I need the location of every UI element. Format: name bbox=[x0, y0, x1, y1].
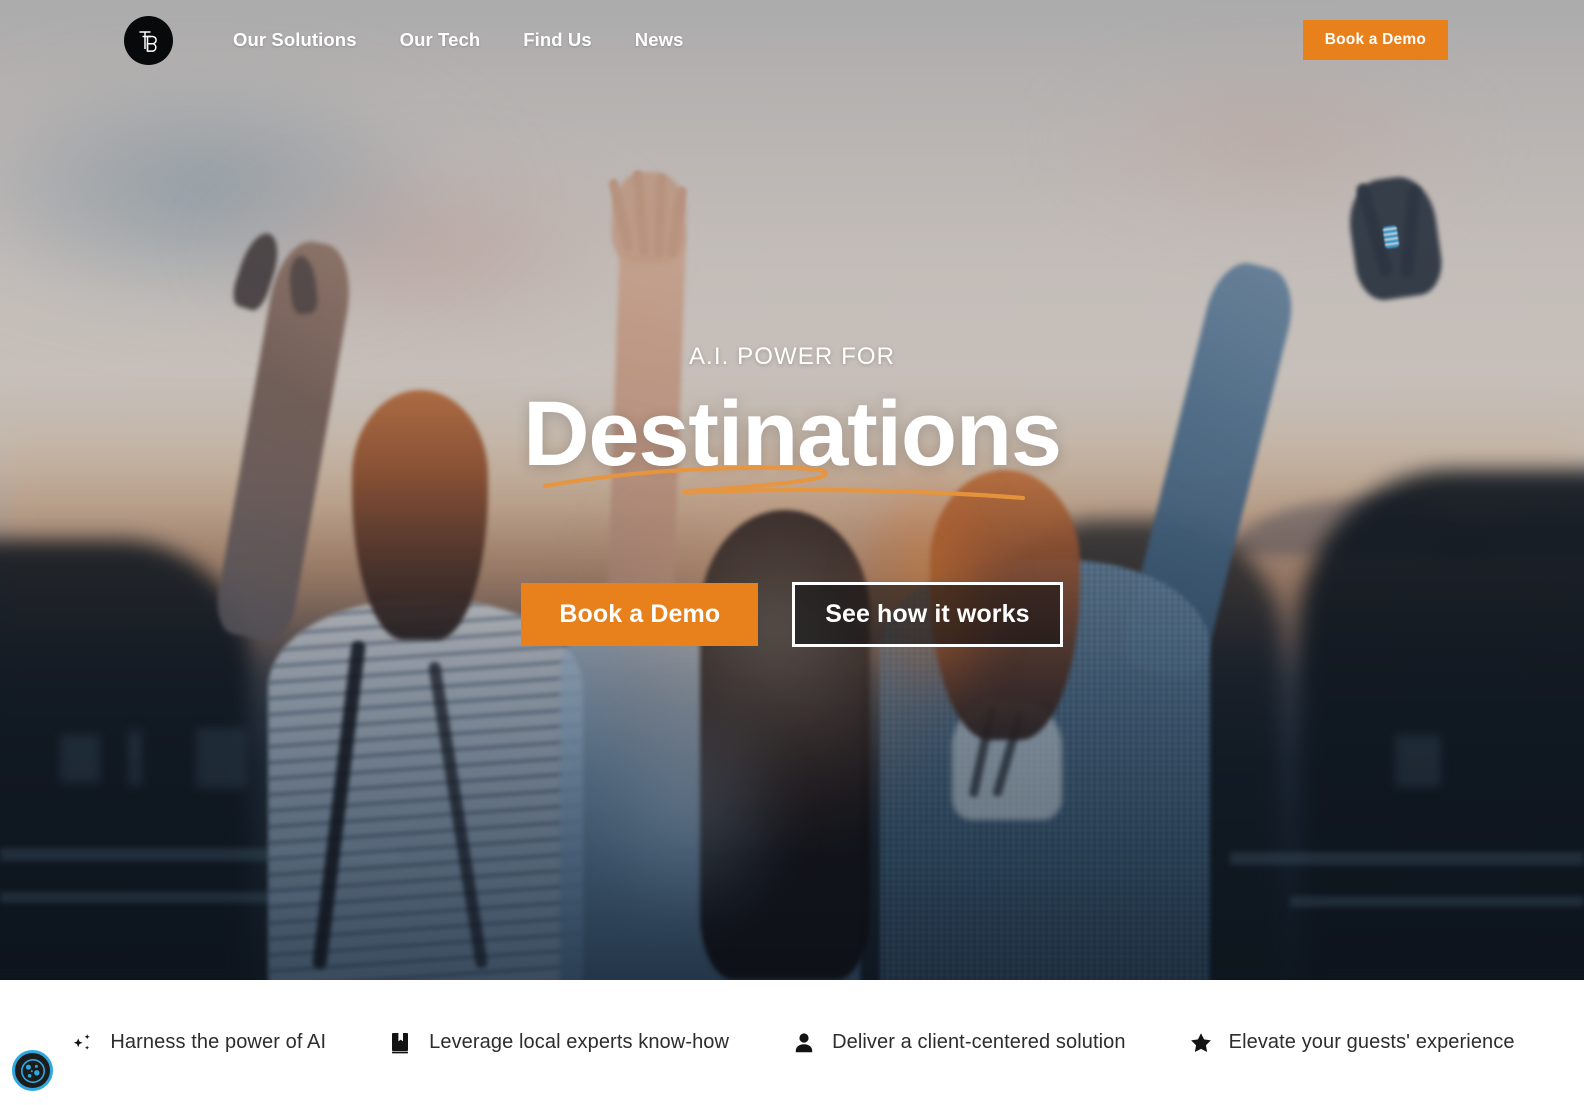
feature-item-local-experts: Leverage local experts know-how bbox=[357, 1030, 760, 1056]
person-icon bbox=[791, 1030, 817, 1056]
feature-label: Elevate your guests' experience bbox=[1228, 1031, 1515, 1053]
person-silhouette-left bbox=[268, 600, 583, 980]
nav-item-news[interactable]: News bbox=[635, 29, 684, 51]
background-structure-decor bbox=[128, 730, 142, 786]
feature-item-guest-experience: Elevate your guests' experience bbox=[1157, 1030, 1546, 1056]
primary-navigation: Our Solutions Our Tech Find Us News bbox=[233, 29, 684, 51]
hero-book-demo-button[interactable]: Book a Demo bbox=[521, 583, 759, 647]
hero-cta-row: Book a Demo See how it works bbox=[521, 582, 1063, 648]
feature-item-ai: Harness the power of AI bbox=[38, 1030, 357, 1056]
book-icon bbox=[388, 1030, 414, 1056]
feature-label: Deliver a client-centered solution bbox=[832, 1031, 1126, 1053]
hero-see-how-it-works-button[interactable]: See how it works bbox=[792, 582, 1063, 648]
hero-section bbox=[0, 0, 1584, 980]
nav-item-find-us[interactable]: Find Us bbox=[523, 29, 592, 51]
cookie-consent-icon bbox=[20, 1058, 45, 1083]
tb-monogram-logo-icon bbox=[139, 31, 157, 52]
railing-decor bbox=[1290, 896, 1584, 907]
background-structure-decor bbox=[196, 728, 246, 788]
person-silhouette-left bbox=[352, 390, 488, 640]
feature-label: Leverage local experts know-how bbox=[429, 1031, 730, 1053]
nav-item-our-tech[interactable]: Our Tech bbox=[400, 29, 481, 51]
cookie-settings-button[interactable] bbox=[12, 1050, 53, 1091]
feature-bar: Harness the power of AI Leverage local e… bbox=[0, 980, 1584, 1105]
nav-item-our-solutions[interactable]: Our Solutions bbox=[233, 29, 357, 51]
person-silhouette-right bbox=[1382, 225, 1400, 249]
lens-flare-decor bbox=[560, 660, 820, 960]
background-structure-decor bbox=[1395, 735, 1441, 787]
feature-label: Harness the power of AI bbox=[110, 1031, 327, 1053]
header-book-demo-button[interactable]: Book a Demo bbox=[1302, 20, 1448, 60]
site-header: Our Solutions Our Tech Find Us News Book… bbox=[0, 0, 1584, 80]
feature-item-client-centered: Deliver a client-centered solution bbox=[760, 1030, 1157, 1056]
brand-logo[interactable] bbox=[124, 15, 173, 65]
railing-decor bbox=[1230, 852, 1584, 865]
sparkle-icon bbox=[69, 1030, 95, 1056]
background-structure-decor bbox=[60, 735, 100, 783]
page-root: Our Solutions Our Tech Find Us News Book… bbox=[0, 0, 1584, 1105]
star-icon bbox=[1188, 1030, 1214, 1056]
